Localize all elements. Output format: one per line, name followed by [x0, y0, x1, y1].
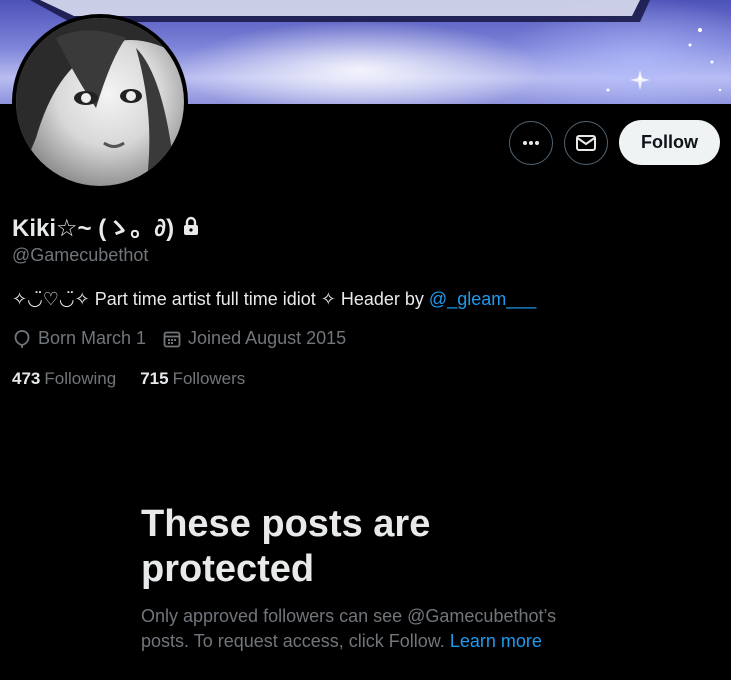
followers-label: Followers	[172, 369, 246, 388]
calendar-icon	[163, 331, 181, 347]
envelope-icon	[576, 135, 596, 151]
message-button[interactable]	[564, 121, 608, 165]
profile-page: Follow Kiki☆~ (ゝ。∂) @Gamecubethot ✧◡̈♡◡̈…	[0, 0, 731, 680]
protected-heading: These posts are protected	[141, 503, 431, 590]
learn-more-link[interactable]: Learn more	[450, 631, 542, 651]
followers-link[interactable]: 715 Followers	[140, 369, 245, 389]
follow-stats: 473 Following 715 Followers	[12, 369, 269, 389]
joined-item: Joined August 2015	[162, 328, 346, 349]
following-label: Following	[44, 369, 117, 388]
bio-text: ✧◡̈♡◡̈✧ Part time artist full time idiot…	[12, 289, 429, 309]
follow-button[interactable]: Follow	[619, 120, 720, 165]
balloon-icon	[14, 329, 30, 348]
more-options-button[interactable]	[509, 121, 553, 165]
birthday-text: Born March 1	[38, 328, 147, 348]
following-link[interactable]: 473 Following	[12, 369, 116, 389]
joined-text: Joined August 2015	[188, 328, 347, 348]
display-name-text: Kiki☆~ (ゝ。∂)	[12, 215, 175, 242]
profile-avatar[interactable]	[12, 14, 188, 190]
lock-icon	[182, 216, 200, 236]
protected-message: Only approved followers can see @Gamecub…	[141, 604, 601, 654]
user-handle: @Gamecubethot	[12, 245, 149, 265]
display-name: Kiki☆~ (ゝ。∂)	[12, 208, 200, 243]
profile-meta: Born March 1 Joined August 2015	[12, 328, 362, 349]
bio-mention-link[interactable]: @_gleam___	[429, 289, 536, 309]
followers-count: 715	[140, 369, 169, 388]
profile-bio: ✧◡̈♡◡̈✧ Part time artist full time idiot…	[12, 289, 536, 310]
following-count: 473	[12, 369, 41, 388]
birthday-item: Born March 1	[12, 328, 146, 349]
protected-posts-notice: These posts are protected Only approved …	[141, 502, 601, 654]
more-icon	[523, 141, 539, 145]
avatar-image	[16, 18, 184, 186]
